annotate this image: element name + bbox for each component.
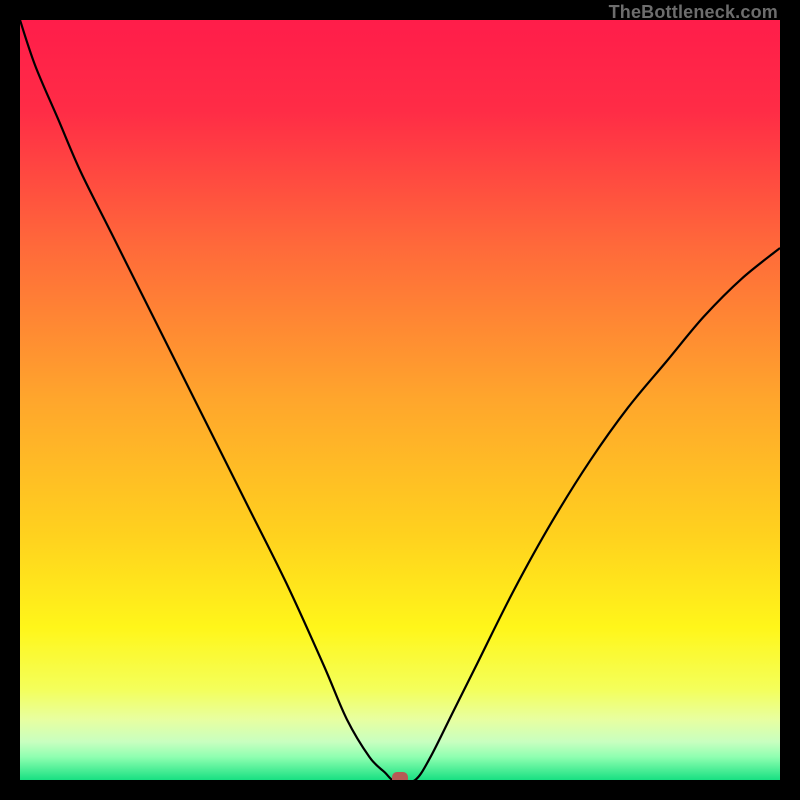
bottleneck-curve bbox=[20, 20, 780, 780]
optimal-point-marker bbox=[392, 772, 408, 780]
chart-container: TheBottleneck.com bbox=[0, 0, 800, 800]
watermark-text: TheBottleneck.com bbox=[609, 2, 778, 23]
plot-area bbox=[20, 20, 780, 780]
